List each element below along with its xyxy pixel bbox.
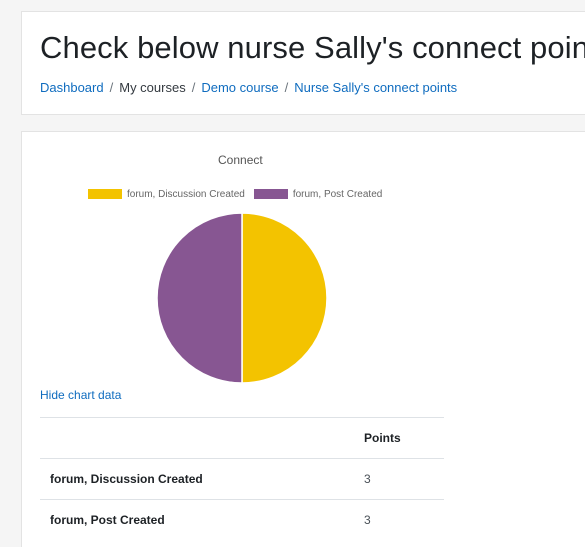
table-header-row: Points [40,417,444,459]
breadcrumb-current-link[interactable]: Nurse Sally's connect points [294,80,457,95]
legend-swatch [253,189,288,199]
chart-data-table: Points forum, Discussion Created 3 forum… [40,417,444,540]
hide-chart-data-link[interactable]: Hide chart data [40,388,121,402]
breadcrumb-separator: / [284,80,289,95]
table-row: forum, Discussion Created 3 [40,458,444,500]
breadcrumb-separator: / [109,80,114,95]
chart-card: Connect forum, Discussion Created forum,… [21,131,585,547]
chart-title: Connect [218,153,263,167]
legend-swatch [88,189,122,199]
breadcrumb-my-courses: My courses [119,80,186,95]
pie-chart [156,212,328,384]
pie-slice-1[interactable] [156,212,243,384]
legend-label: forum, Discussion Created [127,188,245,200]
table-row-label: forum, Post Created [40,499,354,540]
table-row-label: forum, Discussion Created [40,458,354,500]
chart-legend: forum, Discussion Created forum, Post Cr… [88,188,391,200]
page: Check below nurse Sally's connect points… [0,0,585,547]
legend-item-discussion-created[interactable]: forum, Discussion Created [88,189,245,200]
page-title: Check below nurse Sally's connect points [40,30,585,65]
table-row: forum, Post Created 3 [40,499,444,540]
breadcrumb-dashboard-link[interactable]: Dashboard [40,80,104,95]
table-row-value: 3 [354,499,444,540]
legend-item-post-created[interactable]: forum, Post Created [253,188,383,200]
breadcrumb: Dashboard / My courses / Demo course / Nurse S… [40,80,457,95]
breadcrumb-demo-course-link[interactable]: Demo course [201,80,278,95]
pie-slice-0[interactable] [241,212,328,384]
breadcrumb-separator: / [191,80,196,95]
page-header: Check below nurse Sally's connect points… [21,11,585,115]
table-header-points: Points [354,417,444,459]
table-header-label [40,417,354,459]
table-row-value: 3 [354,458,444,500]
legend-label: forum, Post Created [292,188,383,200]
